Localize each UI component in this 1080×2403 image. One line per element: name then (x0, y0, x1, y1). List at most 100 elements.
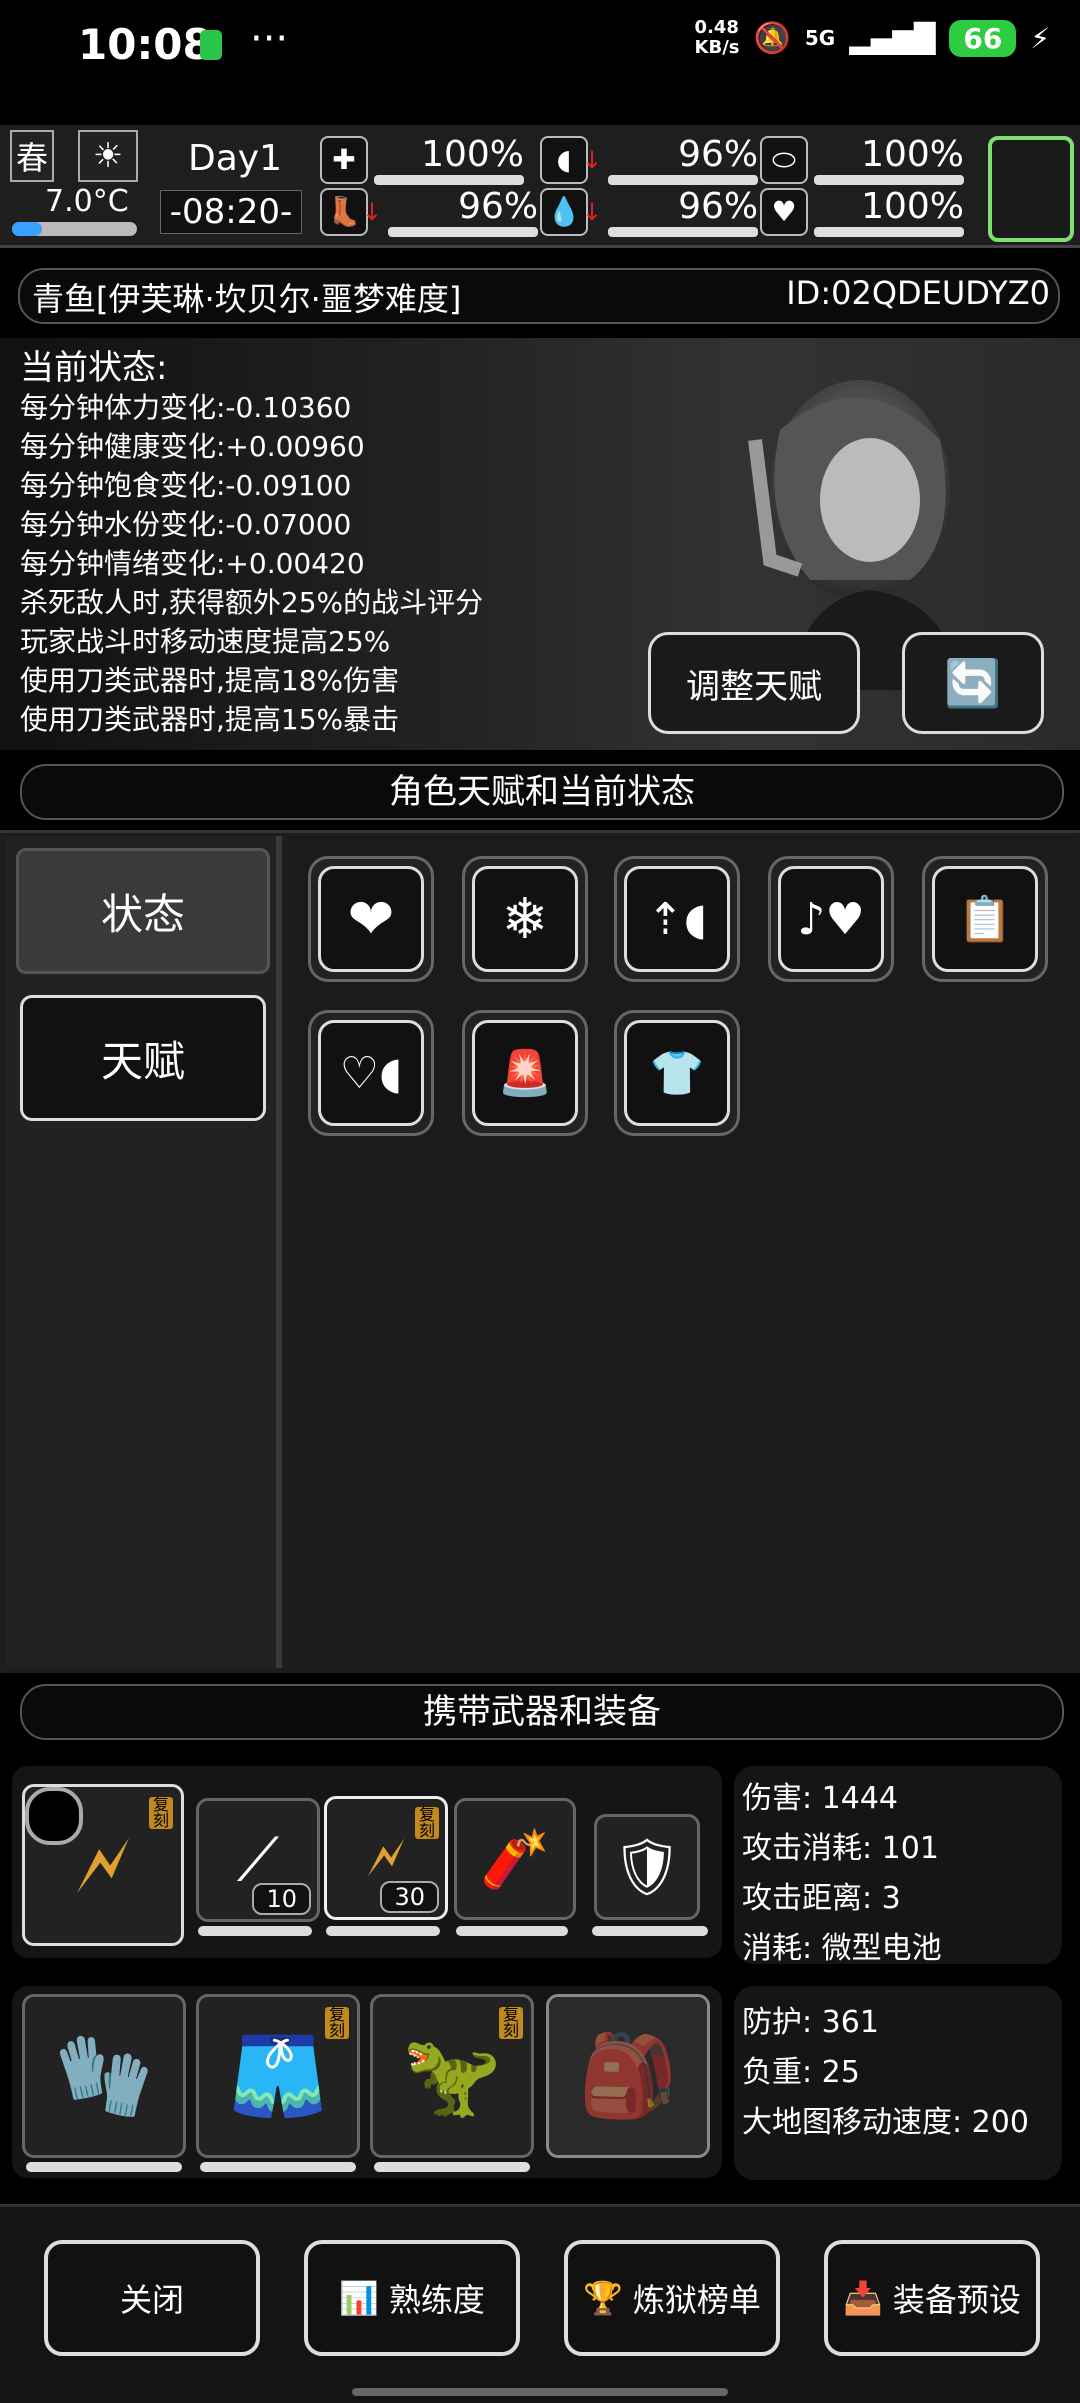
stat-stamina: 👢 ↓ 96% (320, 186, 539, 237)
armor-slot-gloves[interactable]: 🧤 (22, 1994, 186, 2158)
talent-tile[interactable]: ❤ (308, 856, 434, 982)
stat-value: 96% (678, 134, 759, 175)
weapon-slot-grenade[interactable]: 🧨 (454, 1798, 576, 1920)
talent-tile[interactable]: 🚨 (462, 1010, 588, 1136)
ranking-button[interactable]: 🏆 炼狱榜单 (564, 2240, 780, 2356)
talent-tile[interactable]: 📋 (922, 856, 1048, 982)
durability-bar (592, 1926, 708, 1936)
equipment-section-title: 携带武器和装备 (20, 1684, 1064, 1740)
music-heart-icon: ♪♥ (778, 866, 884, 972)
preset-label: 装备预设 (892, 2281, 1021, 2319)
shorts-icon: 🩳 (228, 2029, 328, 2122)
grenade-icon: 🧨 (480, 1827, 550, 1892)
medicine-clipboard-icon: 📋 (932, 866, 1038, 972)
armor-slot-head[interactable]: 🦖 复刻 (370, 1994, 534, 2158)
talent-tile[interactable]: ♪♥ (768, 856, 894, 982)
ranking-icon: 🏆 (583, 2279, 623, 2317)
status-line: 杀死敌人时,获得额外25%的战斗评分 (20, 586, 484, 619)
charging-icon: ⚡ (1030, 21, 1050, 55)
active-slot[interactable] (988, 136, 1074, 242)
down-arrow-icon: ↓ (582, 197, 603, 226)
player-id: ID:02QDEUDYZ0 (786, 274, 1050, 312)
durability-bar (26, 2162, 182, 2172)
adjust-talent-button[interactable]: 调整天赋 (648, 632, 860, 734)
stat-value: 96% (458, 186, 539, 227)
attack-range-value: 攻击距离: 3 (742, 1881, 901, 1916)
weapon-info-panel: 伤害: 1444 攻击消耗: 101 攻击距离: 3 消耗: 微型电池 (734, 1766, 1062, 1966)
protection-value: 防护: 361 (742, 2005, 879, 2040)
battery-app-icon (200, 30, 222, 60)
heart-icon: ♥ (760, 187, 808, 236)
signal-label: 5G (804, 26, 836, 50)
character-name: 青鱼[伊芙琳·坎贝尔·噩梦难度] (32, 280, 462, 318)
talent-tile[interactable]: ❄ (462, 856, 588, 982)
stat-medicine: ⬭ 100% (760, 134, 964, 185)
down-arrow-icon: ↓ (582, 145, 603, 174)
replica-tag: 复刻 (499, 2007, 523, 2039)
stat-value: 100% (421, 134, 524, 175)
system-indicators: 0.48 KB/s 🔕 5G ▂▄▆█ 66 ⚡ (695, 18, 1050, 58)
gloves-icon: 🧤 (54, 2029, 154, 2122)
stat-water: 💧 ↓ 96% (540, 186, 759, 237)
armor-slot-backpack[interactable]: 🎒 (546, 1994, 710, 2158)
attack-cost-value: 攻击消耗: 101 (742, 1831, 939, 1866)
backpack-icon: 🎒 (578, 2029, 678, 2122)
main-weapon-slot[interactable]: 🗲 复刻 (22, 1784, 184, 1946)
weapon-slot-fist[interactable]: 🗲 复刻 30 (324, 1796, 448, 1920)
preset-icon: 📥 (843, 2279, 883, 2317)
season-badge: 春 (10, 130, 54, 182)
tab-talent[interactable]: 天赋 (20, 995, 266, 1121)
alarm-person-icon: 🚨 (472, 1020, 578, 1126)
ranking-label: 炼狱榜单 (632, 2281, 761, 2319)
down-arrow-icon: ↓ (362, 197, 383, 226)
clock-time: 10:08 (78, 20, 212, 69)
load-value: 负重: 25 (742, 2055, 860, 2090)
stat-bar (814, 175, 964, 185)
status-line: 使用刀类武器时,提高18%伤害 (20, 664, 400, 697)
status-line: 每分钟情绪变化:+0.00420 (20, 547, 365, 580)
more-dots-icon: ··· (250, 16, 289, 62)
pill-icon: ⬭ (760, 135, 808, 184)
tab-status[interactable]: 状态 (16, 848, 270, 974)
weapon-slot-spear[interactable]: ⟋ 10 (196, 1798, 320, 1922)
damage-value: 伤害: 1444 (742, 1781, 898, 1816)
medkit-icon: ✚ (320, 135, 368, 184)
armor-slot-pants[interactable]: 🩳 复刻 (196, 1994, 360, 2158)
stat-bar (374, 175, 524, 185)
ammo-count: 10 (252, 1883, 311, 1915)
replica-tag: 复刻 (149, 1797, 173, 1829)
equipment-preset-button[interactable]: 📥 装备预设 (824, 2240, 1040, 2356)
stomach-icon: ◖ (540, 135, 588, 184)
stat-value: 100% (861, 134, 964, 175)
swap-outfit-icon: 🔄 (944, 655, 1002, 710)
tshirt-icon: 👕 (624, 1020, 730, 1126)
durability-bar (326, 1926, 440, 1936)
talent-tile[interactable]: 👕 (614, 1010, 740, 1136)
home-indicator[interactable] (352, 2388, 728, 2396)
stomach-heart-icon: ♡◖ (318, 1020, 424, 1126)
status-line: 每分钟健康变化:+0.00960 (20, 430, 365, 463)
status-line: 玩家战斗时移动速度提高25% (20, 625, 391, 658)
stat-value: 100% (861, 186, 964, 227)
swap-outfit-button[interactable]: 🔄 (902, 632, 1044, 734)
armor-info-panel: 防护: 361 负重: 25 大地图移动速度: 200 (734, 1986, 1062, 2180)
durability-bar (198, 1926, 312, 1936)
close-label: 关闭 (119, 2281, 184, 2319)
status-lines: 每分钟体力变化:-0.10360 每分钟健康变化:+0.00960 每分钟饱食变… (20, 388, 483, 739)
proficiency-button[interactable]: 📊 熟练度 (304, 2240, 520, 2356)
talent-tile[interactable]: ⇡◖ (614, 856, 740, 982)
stat-mood: ♥ 100% (760, 186, 964, 237)
weapon-level-ring-icon (25, 1787, 83, 1845)
snowflake-icon: ❄ (472, 866, 578, 972)
talent-tile[interactable]: ♡◖ (308, 1010, 434, 1136)
weapon-slot-shield[interactable]: 🛡 (594, 1814, 700, 1920)
durability-bar (200, 2162, 356, 2172)
stat-bar (608, 175, 759, 185)
close-button[interactable]: 关闭 (44, 2240, 260, 2356)
status-title: 当前状态: (20, 348, 168, 388)
status-line: 每分钟饱食变化:-0.09100 (20, 469, 352, 502)
temperature: 7.0°C (45, 184, 129, 219)
stat-value: 96% (678, 186, 759, 227)
dinosaur-head-icon: 🦖 (402, 2029, 502, 2122)
proficiency-label: 熟练度 (388, 2281, 485, 2319)
